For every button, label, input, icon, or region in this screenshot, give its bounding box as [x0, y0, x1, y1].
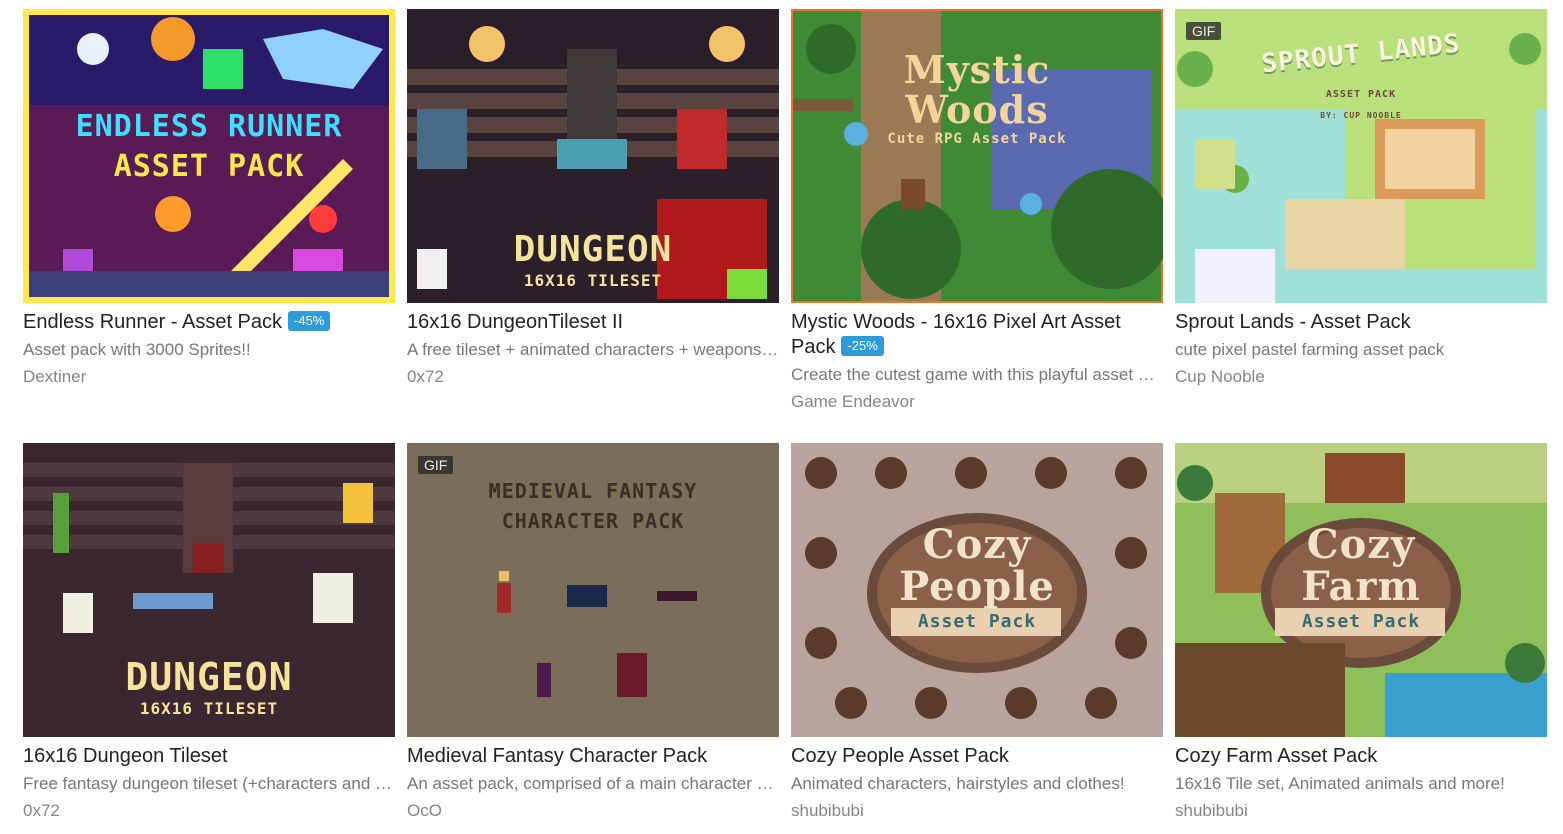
author-link[interactable]: shubibubi	[791, 800, 1163, 822]
author-link[interactable]: OcO	[407, 800, 779, 822]
game-card: Mystic Woods Cute RPG Asset Pack Mystic …	[791, 9, 1163, 413]
game-description: 16x16 Tile set, Animated animals and mor…	[1175, 774, 1505, 793]
art-text: Asset Pack	[1301, 611, 1421, 632]
game-thumbnail[interactable]: GIF SPROUT LANDS ASSET PACK BY: CUP NOOB…	[1175, 9, 1547, 303]
title-row: 16x16 Dungeon Tileset	[23, 744, 395, 769]
game-card: GIF MEDIEVAL FANTASY CHARACTER PACK Medi…	[407, 443, 779, 822]
art-text: Cozy	[922, 521, 1032, 568]
art-text: Cute RPG Asset Pack	[887, 131, 1067, 147]
author-link[interactable]: shubibubi	[1175, 800, 1547, 822]
author-link[interactable]: 0x72	[407, 366, 779, 388]
game-description: Free fantasy dungeon tileset (+character…	[23, 774, 393, 793]
game-card: Cozy People Asset Pack Cozy People Asset…	[791, 443, 1163, 822]
game-description: Asset pack with 3000 Sprites!!	[23, 340, 251, 359]
art-text: ENDLESS RUNNER	[75, 109, 343, 144]
game-thumbnail[interactable]: DUNGEON 16X16 TILESET	[23, 443, 395, 737]
game-thumbnail[interactable]: Cozy Farm Asset Pack	[1175, 443, 1547, 737]
game-card: ENDLESS RUNNER ASSET PACK Endless Runner…	[23, 9, 395, 388]
art-text: 16X16 TILESET	[139, 699, 279, 718]
game-title-link[interactable]: Mystic Woods - 16x16 Pixel Art Asset Pac…	[791, 311, 1121, 358]
game-card: GIF SPROUT LANDS ASSET PACK BY: CUP NOOB…	[1175, 9, 1547, 388]
art-text: CHARACTER PACK	[501, 509, 685, 533]
game-card: DUNGEON 16X16 TILESET 16x16 Dungeon Tile…	[23, 443, 395, 822]
art-text: Farm	[1301, 563, 1421, 610]
art-text: Woods	[905, 87, 1049, 132]
game-card: Cozy Farm Asset Pack Cozy Farm Asset Pac…	[1175, 443, 1547, 822]
author-link[interactable]: Game Endeavor	[791, 391, 1163, 413]
art-text: ASSET PACK	[113, 149, 305, 184]
art-text: Asset Pack	[917, 611, 1037, 632]
art-text: DUNGEON	[125, 655, 293, 699]
game-title-link[interactable]: Cozy Farm Asset Pack	[1175, 745, 1377, 767]
sale-badge: -25%	[841, 336, 884, 356]
gif-badge: GIF	[418, 456, 454, 474]
game-title-link[interactable]: Medieval Fantasy Character Pack	[407, 745, 707, 767]
game-thumbnail[interactable]: Mystic Woods Cute RPG Asset Pack	[791, 9, 1163, 303]
title-row: 16x16 DungeonTileset II	[407, 310, 779, 335]
art-text: 16X16 TILESET	[523, 271, 663, 290]
author-link[interactable]: Dextiner	[23, 366, 395, 388]
game-thumbnail[interactable]: DUNGEON 16X16 TILESET	[407, 9, 779, 303]
art-text: People	[899, 563, 1055, 610]
game-thumbnail[interactable]: Cozy People Asset Pack	[791, 443, 1163, 737]
game-title-link[interactable]: Cozy People Asset Pack	[791, 745, 1009, 767]
art-text: Mystic	[903, 47, 1051, 92]
game-title-link[interactable]: Sprout Lands - Asset Pack	[1175, 311, 1411, 333]
game-thumbnail[interactable]: ENDLESS RUNNER ASSET PACK	[23, 9, 395, 303]
title-row: Sprout Lands - Asset Pack	[1175, 310, 1547, 335]
title-row: Medieval Fantasy Character Pack	[407, 744, 779, 769]
game-title-link[interactable]: 16x16 DungeonTileset II	[407, 311, 623, 333]
title-row: Cozy People Asset Pack	[791, 744, 1163, 769]
title-row: Endless Runner - Asset Pack -45%	[23, 310, 395, 335]
game-thumbnail[interactable]: GIF MEDIEVAL FANTASY CHARACTER PACK	[407, 443, 779, 737]
art-text: ASSET PACK	[1325, 89, 1397, 100]
game-title-link[interactable]: Endless Runner - Asset Pack	[23, 311, 282, 333]
game-description: An asset pack, comprised of a main chara…	[407, 774, 779, 793]
title-row: Cozy Farm Asset Pack	[1175, 744, 1547, 769]
gif-badge: GIF	[1186, 22, 1222, 40]
art-text: MEDIEVAL FANTASY	[488, 479, 698, 503]
art-text: BY: CUP NOOBLE	[1320, 111, 1402, 120]
author-link[interactable]: 0x72	[23, 800, 395, 822]
art-text: DUNGEON	[513, 229, 673, 270]
game-card: DUNGEON 16X16 TILESET 16x16 DungeonTiles…	[407, 9, 779, 388]
game-description: cute pixel pastel farming asset pack	[1175, 340, 1445, 359]
game-title-link[interactable]: 16x16 Dungeon Tileset	[23, 745, 228, 767]
author-link[interactable]: Cup Nooble	[1175, 366, 1547, 388]
sale-badge: -45%	[288, 311, 331, 331]
title-row: Mystic Woods - 16x16 Pixel Art Asset Pac…	[791, 310, 1163, 360]
game-description: A free tileset + animated characters + w…	[407, 340, 779, 359]
game-description: Create the cutest game with this playful…	[791, 365, 1163, 384]
art-text: Cozy	[1306, 521, 1416, 568]
game-description: Animated characters, hairstyles and clot…	[791, 774, 1125, 793]
